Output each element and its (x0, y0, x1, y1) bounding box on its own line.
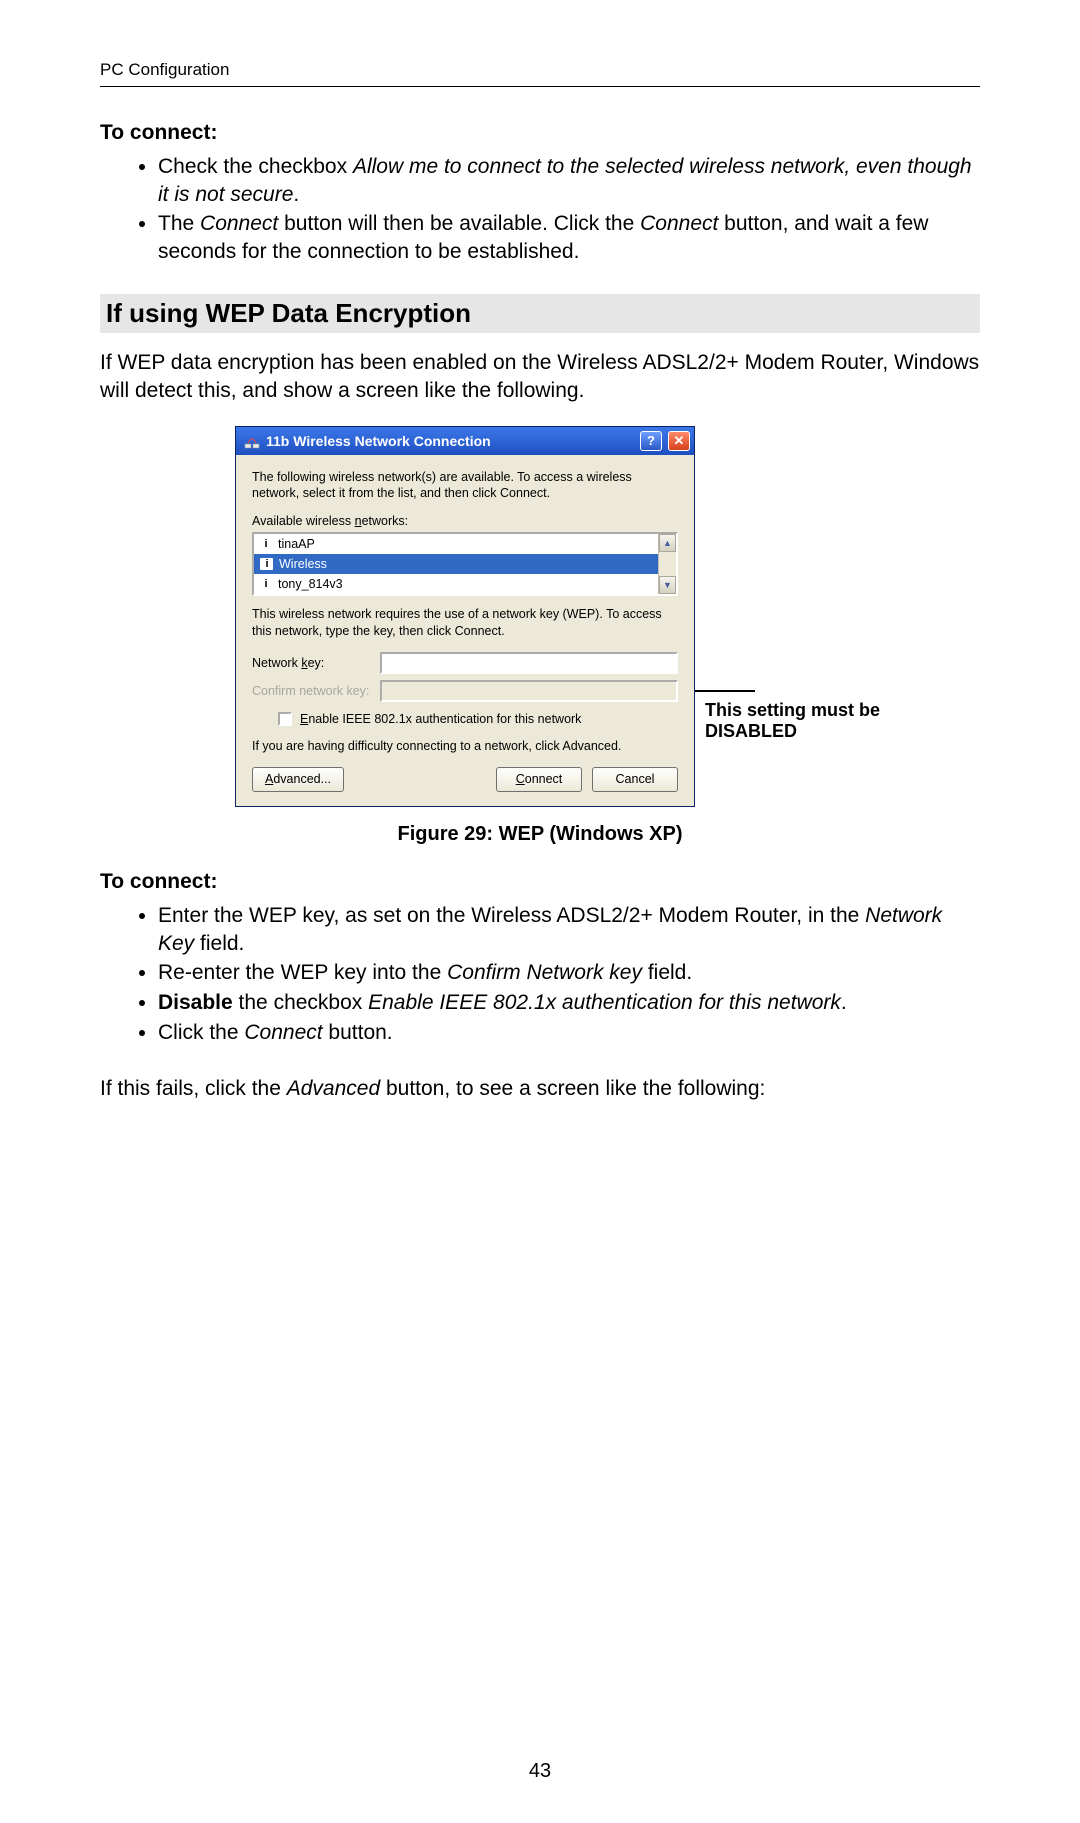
text: Click the (158, 1021, 244, 1044)
btn-label: onnect (525, 772, 563, 786)
available-networks-label: Available wireless networks: (252, 514, 678, 528)
ieee-checkbox-label: Enable IEEE 802.1x authentication for th… (300, 712, 581, 726)
wep-requirement-text: This wireless network requires the use o… (252, 606, 678, 640)
dialog-body: The following wireless network(s) are av… (236, 455, 694, 806)
network-key-row: Network key: (252, 652, 678, 674)
scroll-track[interactable] (659, 552, 676, 576)
dialog-intro-text: The following wireless network(s) are av… (252, 469, 678, 503)
text: field. (642, 961, 692, 984)
help-button[interactable]: ? (640, 431, 662, 451)
network-item-wireless[interactable]: i Wireless (254, 554, 658, 574)
network-item-tony[interactable]: i tony_814v3 (254, 574, 658, 594)
list-item: Click the Connect button. (158, 1019, 980, 1047)
text: etworks: (362, 514, 409, 528)
text: ey: (308, 656, 325, 670)
text: field. (194, 932, 244, 955)
wep-intro-paragraph: If WEP data encryption has been enabled … (100, 349, 980, 406)
network-item-tinaap[interactable]: i tinaAP (254, 534, 658, 554)
text: nable IEEE 802.1x authentication for thi… (308, 712, 581, 726)
text-italic: Connect (640, 212, 718, 235)
list-item: Disable the checkbox Enable IEEE 802.1x … (158, 989, 980, 1017)
network-icon: i (260, 538, 272, 550)
text: If this fails, click the (100, 1077, 287, 1100)
annotation: This setting must be DISABLED (695, 682, 925, 742)
trouble-text: If you are having difficulty connecting … (252, 738, 678, 755)
text: Network (252, 656, 301, 670)
wireless-icon (244, 433, 260, 449)
confirm-key-input (380, 680, 678, 702)
section-heading-wep: If using WEP Data Encryption (100, 294, 980, 333)
text-italic: Connect (200, 212, 278, 235)
to-connect-heading-1: To connect: (100, 121, 980, 145)
list-item: The Connect button will then be availabl… (158, 210, 980, 265)
text-italic: Advanced (287, 1077, 380, 1100)
network-label: tinaAP (278, 537, 315, 551)
tail-paragraph: If this fails, click the Advanced button… (100, 1075, 980, 1103)
text: button. (323, 1021, 393, 1044)
cancel-button[interactable]: Cancel (592, 767, 678, 792)
network-icon: i (260, 578, 272, 590)
text: . (293, 183, 299, 206)
to-connect-heading-2: To connect: (100, 870, 980, 894)
page-header: PC Configuration (100, 60, 980, 87)
annotation-text: This setting must be DISABLED (705, 700, 925, 742)
text: button, to see a screen like the followi… (380, 1077, 765, 1100)
list-item: Check the checkbox Allow me to connect t… (158, 153, 980, 208)
network-key-input[interactable] (380, 652, 678, 674)
network-label: tony_814v3 (278, 577, 343, 591)
scroll-up-icon[interactable]: ▲ (659, 534, 676, 552)
bullet-list-1: Check the checkbox Allow me to connect t… (100, 153, 980, 266)
figure-row: 11b Wireless Network Connection ? ✕ The … (100, 426, 980, 807)
scroll-down-icon[interactable]: ▼ (659, 576, 676, 594)
list-item: Re-enter the WEP key into the Confirm Ne… (158, 959, 980, 987)
text: The (158, 212, 200, 235)
spacer (354, 767, 486, 792)
networks-items: i tinaAP i Wireless i tony_814v3 (254, 534, 658, 594)
text: Check the checkbox (158, 155, 353, 178)
text: Enter the WEP key, as set on the Wireles… (158, 904, 865, 927)
list-item: Enter the WEP key, as set on the Wireles… (158, 902, 980, 957)
xp-dialog: 11b Wireless Network Connection ? ✕ The … (235, 426, 695, 807)
dialog-title: 11b Wireless Network Connection (266, 433, 634, 449)
figure-caption: Figure 29: WEP (Windows XP) (397, 823, 682, 846)
btn-label: dvanced... (273, 772, 331, 786)
confirm-key-row: Confirm network key: (252, 680, 678, 702)
network-key-label: Network key: (252, 656, 370, 670)
hotkey: n (355, 514, 362, 528)
page: PC Configuration To connect: Check the c… (0, 0, 1080, 1823)
text: button will then be available. Click the (278, 212, 640, 235)
confirm-key-label: Confirm network key: (252, 684, 370, 698)
annotation-line-icon (695, 690, 755, 692)
hotkey: A (265, 772, 273, 786)
ieee-checkbox-row: Enable IEEE 802.1x authentication for th… (252, 708, 678, 730)
advanced-button[interactable]: Advanced... (252, 767, 344, 792)
text-italic: Enable IEEE 802.1x authentication for th… (368, 991, 841, 1014)
text: . (841, 991, 847, 1014)
ieee-checkbox[interactable] (278, 712, 292, 726)
connect-button[interactable]: Connect (496, 767, 582, 792)
text-italic: Confirm Network key (447, 961, 642, 984)
dialog-button-row: Advanced... Connect Cancel (252, 767, 678, 792)
text: the checkbox (233, 991, 368, 1014)
page-number: 43 (0, 1760, 1080, 1783)
text: Available wireless (252, 514, 355, 528)
hotkey: C (516, 772, 525, 786)
titlebar[interactable]: 11b Wireless Network Connection ? ✕ (236, 427, 694, 455)
network-label: Wireless (279, 557, 327, 571)
close-button[interactable]: ✕ (668, 431, 690, 451)
text-italic: Connect (244, 1021, 322, 1044)
networks-listbox[interactable]: i tinaAP i Wireless i tony_814v3 (252, 532, 678, 596)
network-icon: i (260, 558, 273, 570)
bullet-list-2: Enter the WEP key, as set on the Wireles… (100, 902, 980, 1047)
text-bold: Disable (158, 991, 233, 1014)
listbox-scrollbar[interactable]: ▲ ▼ (658, 534, 676, 594)
figure-29: 11b Wireless Network Connection ? ✕ The … (100, 426, 980, 846)
text: Re-enter the WEP key into the (158, 961, 447, 984)
